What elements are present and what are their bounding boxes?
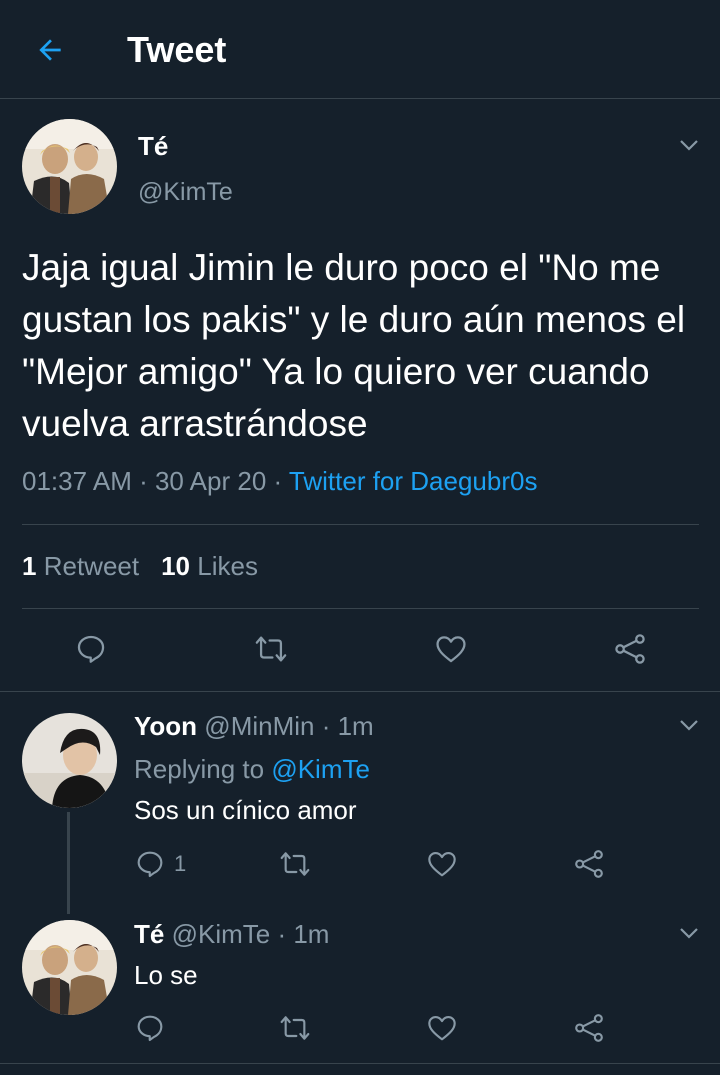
chevron-down-icon[interactable] <box>677 713 701 737</box>
likes-count: 10 <box>161 551 191 581</box>
tweet-time: 01:37 AM <box>22 466 132 496</box>
reply-button[interactable]: 1 <box>134 848 186 880</box>
reply-icon <box>77 635 105 663</box>
chevron-down-icon[interactable] <box>677 921 701 945</box>
heart-icon <box>428 1016 456 1041</box>
author-name[interactable]: Té <box>138 131 168 162</box>
retweet-stat[interactable]: 1 Retweet <box>22 551 139 581</box>
retweet-icon <box>280 1016 310 1040</box>
separator: · <box>266 466 289 496</box>
retweet-button[interactable] <box>278 1012 312 1044</box>
share-button[interactable] <box>572 1012 606 1044</box>
reply-count: 1 <box>174 851 187 876</box>
reply-icon <box>137 851 163 878</box>
author-handle[interactable]: @KimTe <box>138 178 233 207</box>
tweet-meta: 01:37 AM · 30 Apr 20 · Twitter for Daegu… <box>22 466 537 497</box>
reply-button[interactable] <box>134 1012 166 1044</box>
share-icon <box>575 850 603 878</box>
reply-header: Té @KimTe · 1m <box>134 919 329 950</box>
share-button[interactable] <box>612 632 648 666</box>
replying-to: Replying to @KimTe <box>134 754 370 785</box>
tweet-stats: 1 Retweet 10 Likes <box>22 551 258 582</box>
reply-button[interactable] <box>74 632 108 666</box>
avatar[interactable] <box>22 713 117 808</box>
reply-author-name[interactable]: Té <box>134 919 164 949</box>
share-icon <box>575 1014 603 1042</box>
heart-icon <box>436 636 466 663</box>
retweet-icon <box>280 852 310 876</box>
retweet-button[interactable] <box>253 632 289 666</box>
retweet-icon <box>255 636 287 662</box>
separator: · <box>314 711 338 741</box>
replying-handle-link[interactable]: @KimTe <box>271 754 370 784</box>
thread-connector <box>67 812 70 914</box>
replying-label: Replying to <box>134 754 265 784</box>
reply-time: 1m <box>293 919 330 949</box>
divider <box>0 1063 720 1064</box>
avatar[interactable] <box>22 920 117 1015</box>
tweet-source-link[interactable]: Twitter for Daegubr0s <box>289 466 538 496</box>
share-icon <box>615 634 645 664</box>
divider <box>22 608 699 609</box>
tweet-date: 30 Apr 20 <box>154 466 267 496</box>
reply-text: Lo se <box>134 960 198 990</box>
back-button[interactable] <box>30 30 70 70</box>
separator: · <box>270 919 294 949</box>
reply-author-name[interactable]: Yoon <box>134 711 197 741</box>
separator: · <box>131 466 155 496</box>
retweet-button[interactable] <box>278 848 312 880</box>
like-button[interactable] <box>433 632 469 666</box>
retweet-count: 1 <box>22 551 37 581</box>
likes-stat[interactable]: 10 Likes <box>161 551 258 581</box>
retweet-label: Retweet <box>43 551 140 581</box>
likes-label: Likes <box>197 551 258 581</box>
heart-icon <box>428 852 456 877</box>
divider <box>22 524 699 525</box>
avatar[interactable] <box>22 119 117 214</box>
reply-icon <box>137 1015 163 1042</box>
divider <box>0 691 720 692</box>
like-button[interactable] <box>425 848 459 880</box>
page-title: Tweet <box>127 29 227 70</box>
chevron-down-icon[interactable] <box>677 133 701 157</box>
reply-header: Yoon @MinMin · 1m <box>134 711 374 742</box>
reply-author-handle[interactable]: @KimTe <box>172 919 271 949</box>
top-bar: Tweet <box>0 0 720 99</box>
reply-text: Sos un cínico amor <box>134 795 357 825</box>
like-button[interactable] <box>425 1012 459 1044</box>
reply-time: 1m <box>337 711 374 741</box>
reply-author-handle[interactable]: @MinMin <box>204 711 314 741</box>
arrow-left-icon <box>39 39 61 61</box>
tweet-text: Jaja igual Jimin le duro poco el "No me … <box>22 247 686 444</box>
share-button[interactable] <box>572 848 606 880</box>
